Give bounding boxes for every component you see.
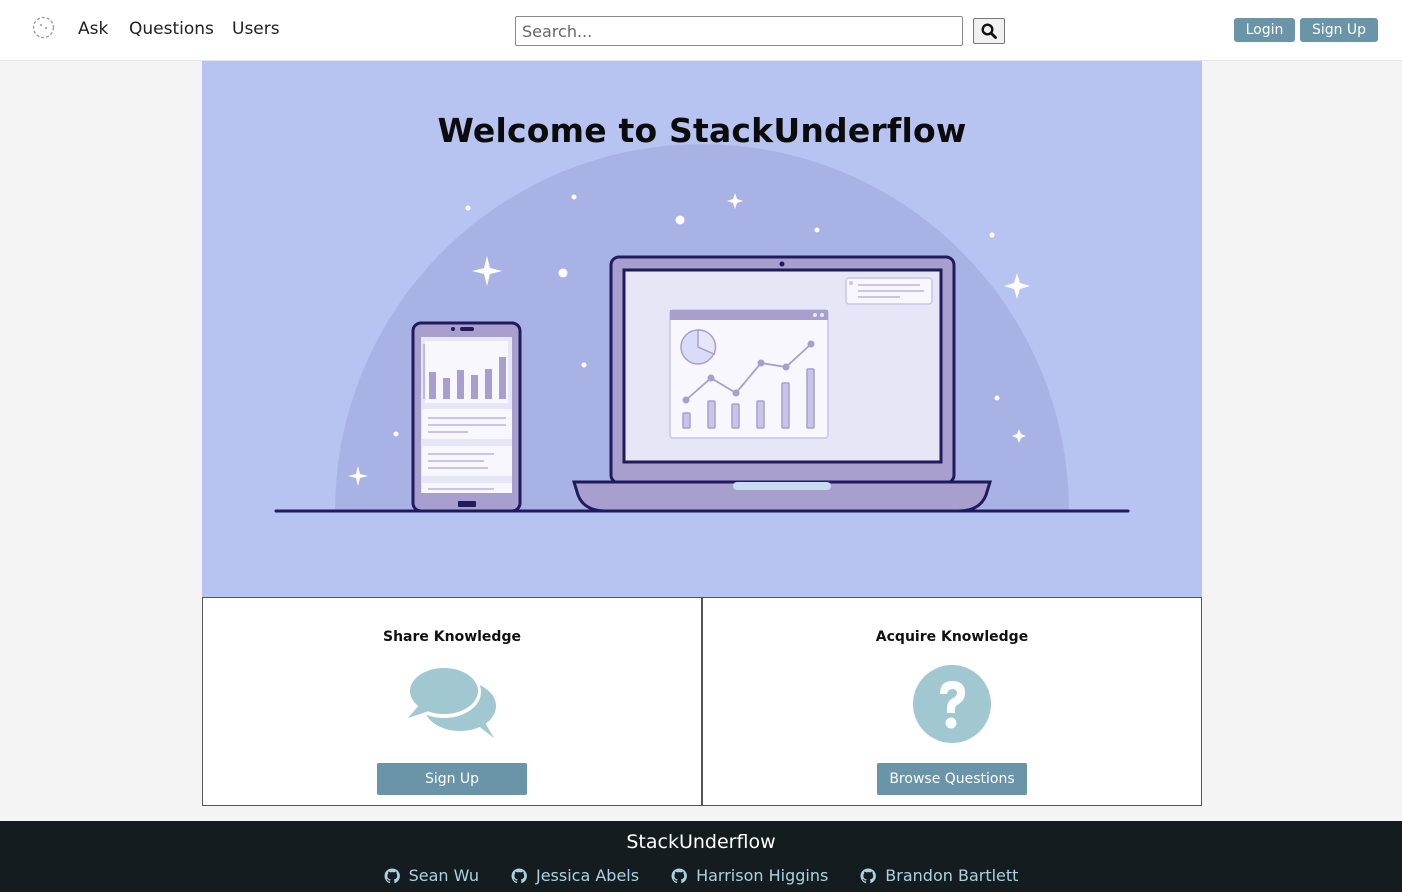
signup-button[interactable]: Sign Up — [1300, 18, 1378, 42]
nav-link-questions[interactable]: Questions — [129, 19, 214, 39]
share-knowledge-title: Share Knowledge — [383, 629, 521, 645]
footer-link-harrison-higgins[interactable]: Harrison Higgins — [671, 866, 828, 885]
github-icon — [384, 867, 400, 883]
search-button[interactable] — [973, 18, 1005, 44]
search-input[interactable] — [515, 16, 963, 46]
browse-questions-button[interactable]: Browse Questions — [877, 763, 1027, 795]
hero-title: Welcome to StackUnderflow — [437, 111, 967, 150]
hero-banner: Welcome to StackUnderflow — [202, 61, 1202, 598]
navbar: Ask Questions Users Login Sign Up — [0, 0, 1402, 61]
footer-link-brandon-bartlett[interactable]: Brandon Bartlett — [860, 866, 1018, 885]
github-icon — [511, 867, 527, 883]
footer: StackUnderflow Sean Wu Jessica Abels Har… — [0, 821, 1402, 892]
footer-link-jessica-abels[interactable]: Jessica Abels — [511, 866, 639, 885]
login-button[interactable]: Login — [1234, 18, 1295, 42]
footer-link-label: Jessica Abels — [535, 866, 640, 885]
nav-link-ask[interactable]: Ask — [78, 19, 108, 39]
nav-link-users[interactable]: Users — [232, 19, 280, 39]
footer-title: StackUnderflow — [626, 831, 776, 853]
comments-icon — [407, 666, 496, 738]
search-icon — [981, 23, 997, 39]
footer-link-sean-wu[interactable]: Sean Wu — [384, 866, 479, 885]
acquire-knowledge-card: Acquire Knowledge Browse Questions — [702, 597, 1202, 806]
question-circle-icon — [913, 665, 991, 743]
github-icon — [860, 867, 877, 883]
footer-link-label: Brandon Bartlett — [885, 866, 1019, 885]
footer-link-label: Sean Wu — [408, 866, 479, 885]
footer-links: Sean Wu Jessica Abels Harrison Higgins B… — [0, 866, 1402, 885]
github-icon — [671, 867, 687, 883]
share-knowledge-card: Share Knowledge Sign Up — [202, 597, 702, 806]
footer-link-label: Harrison Higgins — [696, 866, 829, 885]
signup-card-button[interactable]: Sign Up — [377, 763, 527, 795]
stack-logo-icon[interactable] — [31, 15, 56, 40]
acquire-knowledge-title: Acquire Knowledge — [875, 629, 1029, 645]
